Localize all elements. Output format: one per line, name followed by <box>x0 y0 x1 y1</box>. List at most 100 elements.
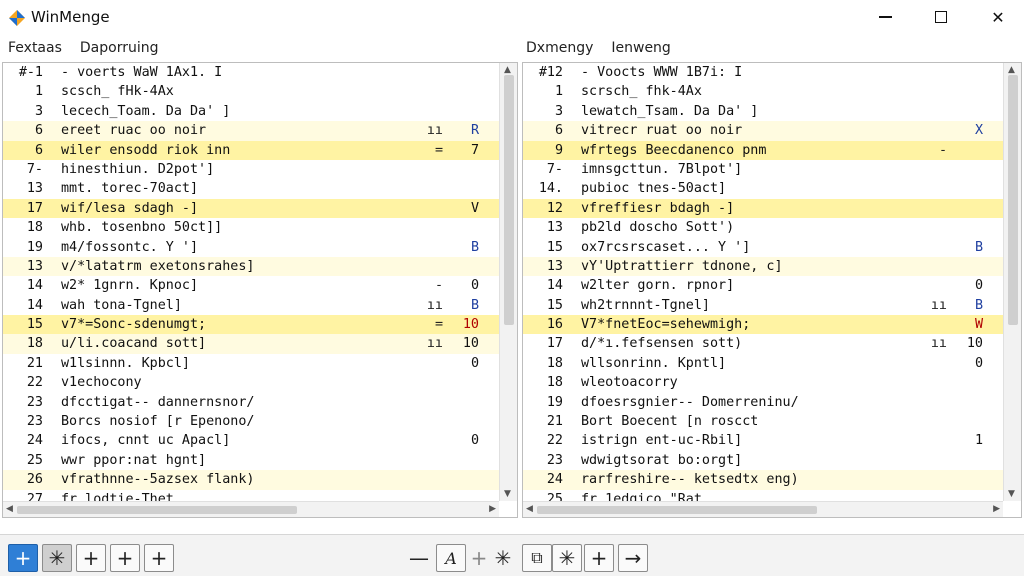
diff-line[interactable]: 18 wllsonrinn. Kpntl] 0 <box>523 354 1003 373</box>
diff-line[interactable]: 27 fr lodtie-Thet <box>3 490 499 501</box>
right-vertical-scrollbar[interactable]: ▲ ▼ <box>1003 63 1021 501</box>
scroll-down-icon[interactable]: ▼ <box>504 489 511 499</box>
line-tag: B <box>470 239 479 255</box>
line-tag: W <box>974 317 983 333</box>
diff-line[interactable]: 6 vitrecr ruat oo noir X <box>523 121 1003 141</box>
diff-line[interactable]: 14 wah tona-Tgnel] ıı B <box>3 296 499 315</box>
line-marker: = <box>434 142 443 158</box>
diff-line[interactable]: 1 scsch_ fHk-4Ax <box>3 82 499 101</box>
scroll-up-icon[interactable]: ▲ <box>504 65 511 75</box>
diff-line[interactable]: 16 V7*fnetEoc=sehewmigh; W <box>523 315 1003 335</box>
diff-line[interactable]: 7- hinesthiun. D2pot'] <box>3 160 499 179</box>
diff-line[interactable]: 23 wdwigtsorat bo:orgt] <box>523 451 1003 470</box>
diff-line[interactable]: 6 ereet ruac oo noir ıı R <box>3 121 499 141</box>
diff-line[interactable]: 24 ifocs, cnnt uc Apacl] 0 <box>3 431 499 450</box>
diff-line[interactable]: 1 scrsch_ fhk-4Ax <box>523 82 1003 101</box>
scroll-down-icon[interactable]: ▼ <box>1008 489 1015 499</box>
diff-line[interactable]: 24 rarfreshire-- ketsedtx eng) <box>523 470 1003 490</box>
add-button[interactable]: + <box>8 544 38 572</box>
asterisk-button[interactable]: ✳ <box>42 544 72 572</box>
scroll-right-icon[interactable]: ▶ <box>993 504 1000 514</box>
diff-line[interactable]: 17 wif/lesa sdagh -] V <box>3 198 499 219</box>
line-text: wfrtegs Beecdanenco pnm <box>581 142 767 158</box>
diff-line[interactable]: 23 Borcs nosiof [r Epenono/ <box>3 412 499 431</box>
diff-line[interactable]: #-1 - voerts WaW 1Ax1. I <box>3 63 499 82</box>
right-diff-pane[interactable]: #12 - Voocts WWW 1B7i: I 1 scrsch_ fhk-4Ax 3… <box>522 62 1022 518</box>
diff-line[interactable]: 14. pubioc tnes-50act] <box>523 179 1003 198</box>
right-header-label-1[interactable]: Dxmengy <box>526 40 593 56</box>
diff-line[interactable]: 22 v1echocony <box>3 373 499 392</box>
diff-line[interactable]: 26 vfrathnne--5azsex flank) <box>3 470 499 490</box>
left-hscroll-thumb[interactable] <box>17 506 297 514</box>
minus-button[interactable]: — <box>404 544 434 572</box>
diff-line[interactable]: #12 - Voocts WWW 1B7i: I <box>523 63 1003 82</box>
diff-line[interactable]: 17 d/*ı.fefsensen sott) ıı 10 <box>523 334 1003 353</box>
right-hscroll-thumb[interactable] <box>537 506 817 514</box>
line-number: 26 <box>26 472 43 488</box>
diff-line[interactable]: 15 v7*=Sonc-sdenumgt; = 10 <box>3 315 499 335</box>
scroll-left-icon[interactable]: ◀ <box>526 504 533 514</box>
diff-line[interactable]: 21 w1lsinnn. Kpbcl] 0 <box>3 354 499 373</box>
diff-line[interactable]: 9 wfrtegs Beecdanenco pnm - <box>523 140 1003 160</box>
plus-button-1[interactable]: + <box>76 544 106 572</box>
bottom-toolbar: + ✳ + + + — A + ✳ ⧉ ✳ + → <box>0 534 1024 576</box>
left-horizontal-scrollbar[interactable]: ◀ ▶ <box>3 501 499 517</box>
diff-line[interactable]: 15 ox7rcsrscaset... Y '] B <box>523 238 1003 257</box>
font-button[interactable]: A <box>436 544 466 572</box>
asterisk-button-3[interactable]: ✳ <box>552 544 582 572</box>
diff-line[interactable]: 25 wwr ppor:nat hgnt] <box>3 451 499 470</box>
diff-line[interactable]: 6 wiler ensodd riok inn = 7 <box>3 140 499 160</box>
diff-line[interactable]: 19 m4/fossontc. Y '] B <box>3 238 499 257</box>
line-number: 7- <box>546 161 563 177</box>
diff-line[interactable]: 13 pb2ld doscho Sott') <box>523 218 1003 237</box>
next-arrow-button[interactable]: → <box>618 544 648 572</box>
close-button[interactable]: ✕ <box>975 0 1021 34</box>
left-vscroll-thumb[interactable] <box>504 75 514 325</box>
maximize-button[interactable] <box>918 0 964 34</box>
right-vscroll-thumb[interactable] <box>1008 75 1018 325</box>
line-number: 23 <box>26 394 43 410</box>
asterisk-button-2[interactable]: ✳ <box>488 544 518 572</box>
diff-line[interactable]: 14 w2lter gorn. rpnor] 0 <box>523 276 1003 295</box>
line-text: d/*ı.fefsensen sott) <box>581 336 743 352</box>
diff-line[interactable]: 22 istrign ent-uc-Rbil] 1 <box>523 431 1003 450</box>
line-tag: B <box>974 297 983 313</box>
diff-line[interactable]: 19 dfoesrsgnier-- Domerreninu/ <box>523 393 1003 412</box>
line-text: w2* 1gnrn. Kpnoc] <box>61 278 199 294</box>
diff-line[interactable]: 3 lewatch_Tsam. Da Da' ] <box>523 102 1003 121</box>
left-vertical-scrollbar[interactable]: ▲ ▼ <box>499 63 517 501</box>
line-number: 1 <box>554 84 563 100</box>
right-horizontal-scrollbar[interactable]: ◀ ▶ <box>523 501 1003 517</box>
diff-line[interactable]: 13 v/*latatrm exetonsrahes] <box>3 256 499 277</box>
plus-button-3[interactable]: + <box>144 544 174 572</box>
plus-button-2[interactable]: + <box>110 544 140 572</box>
line-text: wllsonrinn. Kpntl] <box>581 355 727 371</box>
diff-line[interactable]: 13 vY'Uptrattierr tdnone, c] <box>523 256 1003 277</box>
diff-line[interactable]: 25 fr 1edgico "Rat <box>523 490 1003 501</box>
diff-line[interactable]: 18 wleotoacorry <box>523 373 1003 392</box>
line-text: scsch_ fHk-4Ax <box>61 84 174 100</box>
diff-line[interactable]: 3 lecech_Toam. Da Da' ] <box>3 102 499 121</box>
line-marker: - <box>434 278 443 294</box>
left-header-label-1[interactable]: Fextaas <box>8 40 62 56</box>
scroll-left-icon[interactable]: ◀ <box>6 504 13 514</box>
diff-line[interactable]: 15 wh2trnnnt-Tgnel] ıı B <box>523 296 1003 315</box>
line-tag: X <box>974 123 983 139</box>
minimize-button[interactable] <box>862 0 908 34</box>
left-diff-pane[interactable]: #-1 - voerts WaW 1Ax1. I 1 scsch_ fHk-4Ax 3 l… <box>2 62 518 518</box>
diff-line[interactable]: 23 dfcctigat-- dannernsnor/ <box>3 393 499 412</box>
right-header-label-2[interactable]: Ienweng <box>611 40 670 56</box>
diff-line[interactable]: 14 w2* 1gnrn. Kpnoc] - 0 <box>3 276 499 295</box>
left-header-label-2[interactable]: Daporruing <box>80 40 159 56</box>
scroll-up-icon[interactable]: ▲ <box>1008 65 1015 75</box>
diff-line[interactable]: 13 mmt. torec-70act] <box>3 179 499 198</box>
scroll-right-icon[interactable]: ▶ <box>489 504 496 514</box>
diff-line[interactable]: 12 vfreffiesr bdagh -] <box>523 198 1003 219</box>
line-text: hinesthiun. D2pot'] <box>61 161 215 177</box>
copy-icon-button[interactable]: ⧉ <box>522 544 552 572</box>
diff-line[interactable]: 21 Bort Boecent [n roscct <box>523 412 1003 431</box>
diff-line[interactable]: 18 u/li.coacand sott] ıı 10 <box>3 334 499 354</box>
diff-line[interactable]: 18 whb. tosenbno 50ct]] <box>3 218 499 237</box>
diff-line[interactable]: 7- imnsgcttun. 7Blpot'] <box>523 160 1003 179</box>
plus-button-5[interactable]: + <box>584 544 614 572</box>
